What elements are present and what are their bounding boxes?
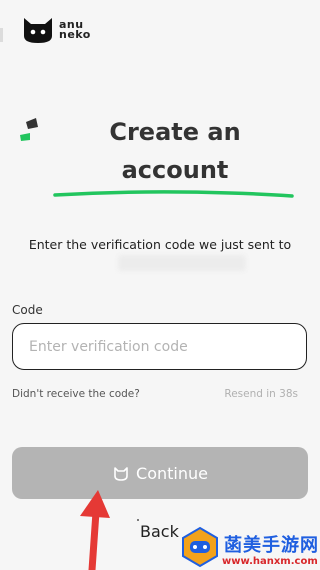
watermark-text: 菡美手游网 xyxy=(224,535,319,556)
resend-question: Didn't receive the code? xyxy=(12,388,140,400)
page-title-line2: account xyxy=(121,156,229,184)
title-underline-decoration xyxy=(53,190,294,198)
left-edge-tab xyxy=(0,28,3,42)
brand-logo: anu neko xyxy=(22,16,91,44)
back-link[interactable]: Back xyxy=(140,522,179,541)
code-label: Code xyxy=(12,303,43,317)
resend-timer[interactable]: Resend in 38s xyxy=(224,388,298,400)
continue-label: Continue xyxy=(136,463,208,483)
continue-button[interactable]: Continue xyxy=(12,447,308,499)
brand-name-line2: neko xyxy=(59,28,91,41)
watermark-badge-icon xyxy=(182,526,218,568)
red-arrow-annotation-icon xyxy=(80,490,110,570)
watermark-url: www.hanxm.com xyxy=(222,556,318,567)
verification-code-input[interactable] xyxy=(12,323,307,370)
redacted-email xyxy=(118,255,246,271)
page-title-line1: Create an xyxy=(109,118,241,146)
decorative-dot xyxy=(137,519,139,521)
cat-logo-icon xyxy=(24,18,52,43)
verification-message: Enter the verification code we just sent… xyxy=(28,237,292,252)
cat-paw-icon xyxy=(114,467,128,481)
